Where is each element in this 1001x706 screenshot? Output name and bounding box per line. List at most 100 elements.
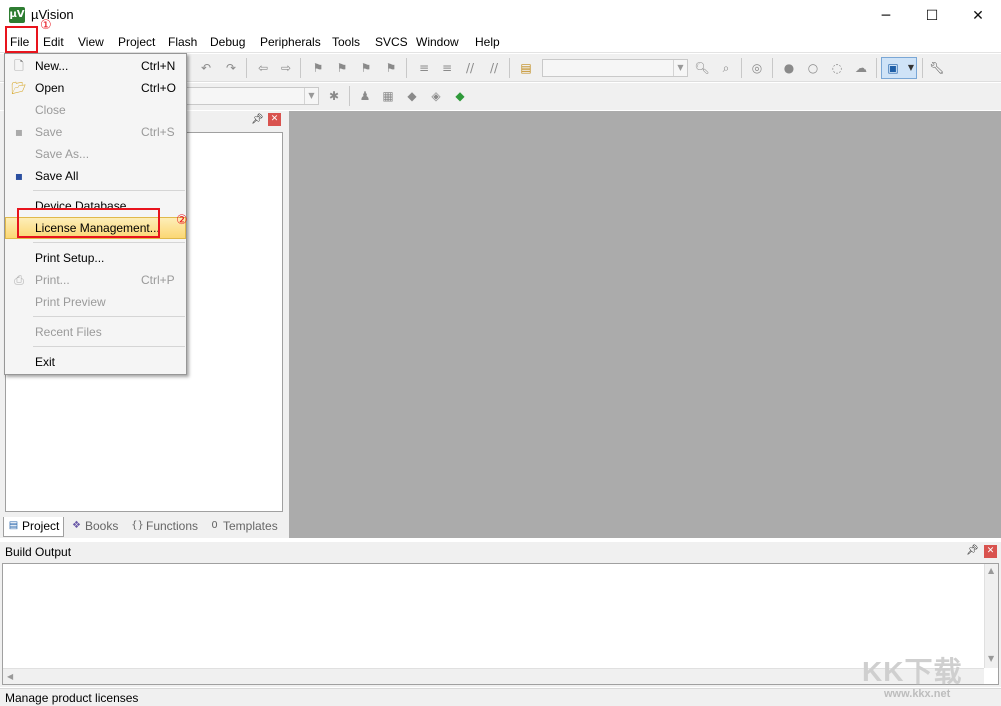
menu-item-close[interactable]: Close — [5, 99, 186, 121]
watermark-url: www.kkx.net — [884, 688, 951, 700]
chevron-down-icon: ▼ — [673, 60, 687, 76]
horizontal-scrollbar[interactable]: ◀ — [3, 668, 984, 684]
menu-item-save[interactable]: ▪ Save Ctrl+S — [5, 121, 186, 143]
clear-bookmarks-icon[interactable]: ⚑ — [383, 60, 399, 76]
insert-breakpoint-icon[interactable]: ● — [781, 60, 797, 76]
tab-project[interactable]: ▤ Project — [3, 517, 64, 537]
comment-icon[interactable]: // — [462, 60, 478, 76]
watermark-logo: KK下载 — [862, 656, 963, 687]
panel-close-icon[interactable]: ✕ — [984, 545, 997, 558]
menu-item-print-preview[interactable]: Print Preview — [5, 291, 186, 313]
menu-item-label: Print Setup... — [35, 251, 105, 265]
menu-item-label: Print... — [35, 273, 70, 287]
menu-item-open[interactable]: 📂︎ Open Ctrl+O — [5, 77, 186, 99]
bookmark-icon[interactable]: ⚑ — [310, 60, 326, 76]
window-icon: ▣ — [887, 61, 899, 75]
navigate-back-icon[interactable]: ⇦ — [255, 60, 271, 76]
next-bookmark-icon[interactable]: ⚑ — [358, 60, 374, 76]
find-combo[interactable]: ▼ — [542, 59, 688, 77]
menu-item-label: Open — [35, 81, 65, 95]
menu-debug[interactable]: Debug — [206, 34, 249, 52]
debug-session-icon[interactable]: ◎ — [749, 60, 765, 76]
menu-item-label: Save — [35, 125, 63, 139]
find-in-files-icon[interactable]: ▤ — [518, 60, 534, 76]
print-icon: ⎙ — [14, 273, 24, 287]
window-layout-button[interactable]: ▣ ▼ — [881, 57, 917, 79]
select-packs-icon[interactable]: ◆ — [404, 88, 420, 104]
menu-item-print-setup[interactable]: Print Setup... — [5, 247, 186, 269]
app-logo-icon: µV — [9, 7, 25, 23]
menu-item-recent-files[interactable]: Recent Files — [5, 321, 186, 343]
toolbar-separator — [300, 58, 301, 78]
navigate-forward-icon[interactable]: ⇨ — [278, 60, 294, 76]
close-button[interactable]: ✕ — [955, 0, 1001, 31]
menu-peripherals[interactable]: Peripherals — [256, 34, 325, 52]
menu-item-label: Save As... — [35, 147, 90, 161]
wrench-icon[interactable]: 🔧︎ — [929, 60, 945, 76]
build-output-panel: Build Output 📌︎ ✕ ▲ ▼ ◀ — [0, 542, 1001, 687]
status-bar: Manage product licenses — [0, 688, 1001, 706]
pin-icon[interactable]: 📌︎ — [966, 545, 979, 556]
file-extensions-icon[interactable]: ♟ — [357, 88, 373, 104]
prev-bookmark-icon[interactable]: ⚑ — [334, 60, 350, 76]
menu-svcs[interactable]: SVCS — [371, 34, 412, 52]
indent-icon[interactable]: ≡ — [416, 60, 432, 76]
manage-project-items-icon[interactable]: ▦ — [380, 88, 396, 104]
pin-icon[interactable]: 📌︎ — [251, 114, 264, 125]
build-output-text[interactable]: ▲ ▼ ◀ — [2, 563, 999, 685]
kill-breakpoints-icon[interactable]: ☁ — [853, 60, 869, 76]
disable-breakpoints-icon[interactable]: ◌ — [829, 60, 845, 76]
enable-breakpoint-icon[interactable]: ○ — [805, 60, 821, 76]
menu-item-save-all[interactable]: ▪ Save All — [5, 165, 186, 187]
close-icon: ✕ — [972, 7, 984, 24]
scroll-left-icon[interactable]: ◀ — [7, 672, 13, 681]
menu-view[interactable]: View — [74, 34, 108, 52]
menu-item-exit[interactable]: Exit — [5, 351, 186, 373]
maximize-icon: ☐ — [925, 7, 939, 24]
menu-separator — [33, 190, 185, 191]
tab-functions[interactable]: {} Functions — [128, 517, 202, 537]
menu-tools[interactable]: Tools — [328, 34, 364, 52]
menu-help[interactable]: Help — [471, 34, 504, 52]
tab-books[interactable]: ❖ Books — [67, 517, 125, 537]
minimize-icon: ─ — [881, 7, 891, 24]
incremental-find-icon[interactable]: ⌕ — [718, 60, 734, 76]
pack-installer-icon[interactable]: ◈ — [428, 88, 444, 104]
menu-item-print[interactable]: ⎙ Print... Ctrl+P — [5, 269, 186, 291]
scroll-up-icon[interactable]: ▲ — [988, 566, 994, 575]
panel-close-icon[interactable]: ✕ — [268, 113, 281, 126]
target-options-icon[interactable]: ✱ — [326, 88, 342, 104]
menu-item-label: New... — [35, 59, 69, 73]
maximize-button[interactable]: ☐ — [909, 0, 955, 31]
chevron-down-icon: ▼ — [304, 88, 318, 104]
save-icon: ▪ — [14, 125, 24, 139]
toolbar-separator — [406, 58, 407, 78]
manage-run-time-environment-icon[interactable]: ◆ — [452, 88, 468, 104]
menu-edit[interactable]: Edit — [39, 34, 68, 52]
tab-project-label: Project — [22, 519, 60, 533]
annotation-box-license — [17, 208, 160, 238]
editor-workspace[interactable] — [289, 111, 1001, 538]
annotation-step-1: ① — [40, 18, 52, 33]
menu-separator — [33, 242, 185, 243]
find-icon[interactable]: 🔍︎ — [694, 60, 710, 76]
menu-window[interactable]: Window — [412, 34, 463, 52]
toolbar-separator — [876, 58, 877, 78]
tab-templates[interactable]: 0 Templates — [205, 517, 283, 537]
uncomment-icon[interactable]: // — [486, 60, 502, 76]
watermark: KK下载 www.kkx.net — [862, 650, 1000, 706]
title-bar: µV µVision ─ ☐ ✕ — [0, 0, 1001, 31]
minimize-button[interactable]: ─ — [863, 0, 909, 31]
undo-icon[interactable]: ↶ — [198, 60, 214, 76]
menu-item-label: Print Preview — [35, 295, 106, 309]
menu-project[interactable]: Project — [114, 34, 159, 52]
menu-flash[interactable]: Flash — [164, 34, 201, 52]
target-combo[interactable]: ▼ — [186, 87, 319, 105]
menu-item-shortcut: Ctrl+N — [141, 59, 176, 73]
menu-item-new[interactable]: 🗋︎ New... Ctrl+N — [5, 55, 186, 77]
menu-separator — [33, 346, 185, 347]
unindent-icon[interactable]: ≡ — [439, 60, 455, 76]
menu-item-save-as[interactable]: Save As... — [5, 143, 186, 165]
redo-icon[interactable]: ↷ — [223, 60, 239, 76]
build-output-header: Build Output 📌︎ ✕ — [0, 542, 1001, 562]
